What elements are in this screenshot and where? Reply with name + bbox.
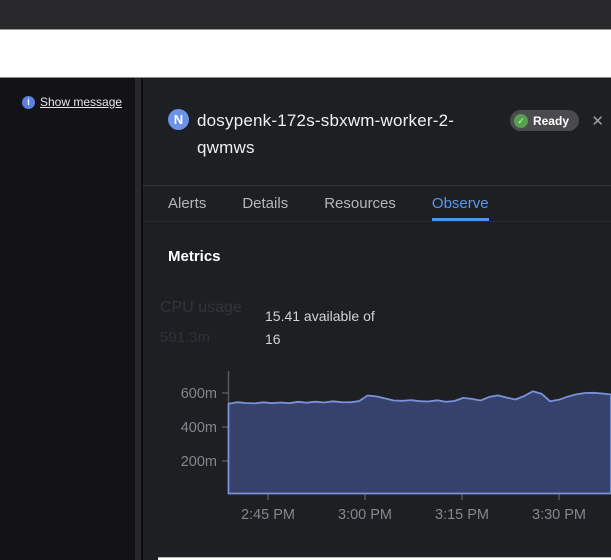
tab-alerts[interactable]: Alerts	[168, 186, 206, 221]
chart-title: CPU usage	[160, 299, 242, 317]
metrics-heading: Metrics	[168, 248, 221, 265]
ready-check-icon: ✓	[514, 114, 528, 128]
tab-observe[interactable]: Observe	[432, 186, 489, 221]
show-message-label: Show message	[40, 95, 122, 109]
x-tick-label: 3:30 PM	[532, 507, 586, 523]
x-tick-label: 3:15 PM	[435, 507, 489, 523]
x-tick-label: 3:00 PM	[338, 507, 392, 523]
tab-bar: Alerts Details Resources Observe	[143, 185, 611, 222]
node-details-drawer: N dosypenk-172s-sbxwm-worker-2-qwmws ✓ R…	[143, 78, 611, 560]
tab-details[interactable]: Details	[242, 186, 288, 221]
chart-available-label: 15.41 available of 16	[265, 305, 385, 351]
show-message-link[interactable]: i Show message	[22, 95, 122, 109]
node-title[interactable]: dosypenk-172s-sbxwm-worker-2-qwmws	[197, 107, 497, 161]
chart-available-line1: 15.41 available of	[265, 305, 385, 328]
y-tick-label: 600m	[181, 386, 217, 402]
tab-resources[interactable]: Resources	[324, 186, 396, 221]
y-tick-label: 400m	[181, 420, 217, 436]
chart-current-value: 591.3m	[160, 329, 210, 346]
masthead-bar	[0, 0, 611, 29]
drawer-header: N dosypenk-172s-sbxwm-worker-2-qwmws ✓ R…	[143, 78, 611, 185]
cpu-area-series	[229, 391, 611, 493]
chart-available-line2: 16	[265, 328, 385, 351]
status-badge: ✓ Ready	[510, 110, 579, 131]
cpu-usage-chart[interactable]: 600m 400m 200m 2:45 PM 3:00 PM 3:15 PM 3…	[143, 360, 611, 535]
page-header-strip	[0, 29, 611, 78]
status-badge-label: Ready	[533, 114, 569, 128]
x-tick-label: 2:45 PM	[241, 507, 295, 523]
notification-sidebar: i Show message	[0, 78, 135, 560]
close-icon[interactable]: ✕	[591, 114, 604, 129]
y-tick-label: 200m	[181, 454, 217, 470]
node-resource-icon: N	[168, 109, 189, 130]
info-icon: i	[22, 96, 35, 109]
